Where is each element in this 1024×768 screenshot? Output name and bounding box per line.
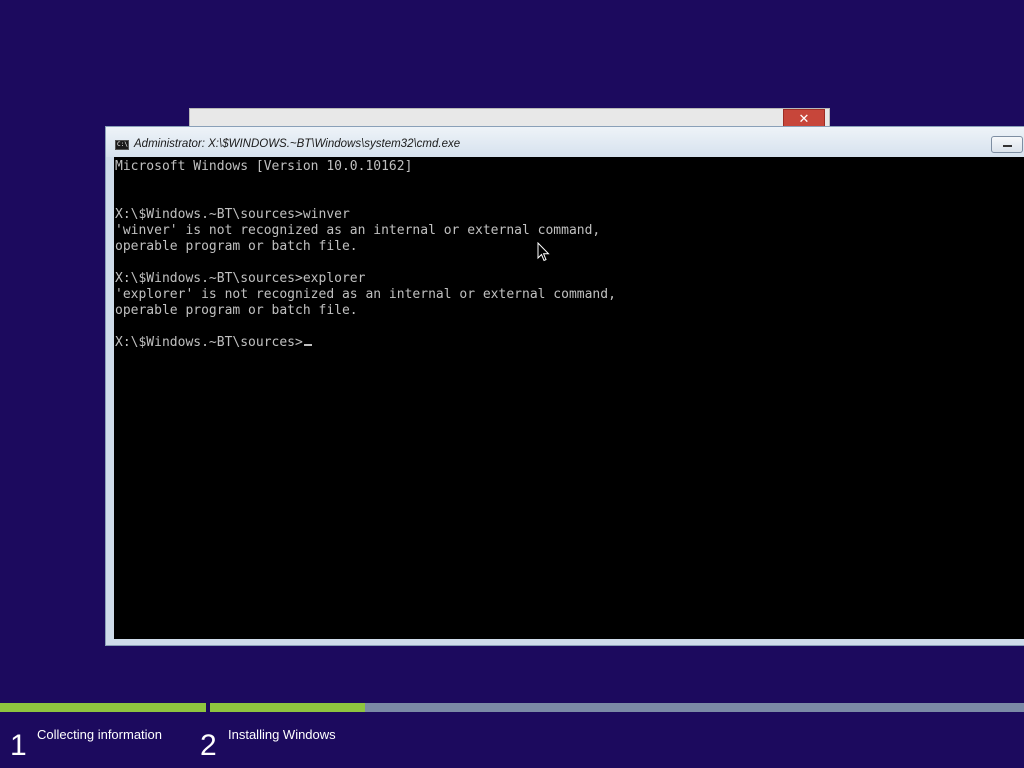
minimize-button[interactable] (991, 136, 1023, 153)
progress-segment-installing (210, 703, 1024, 712)
cmd-window: C:\ Administrator: X:\$WINDOWS.~BT\Windo… (105, 126, 1024, 646)
console-output[interactable]: Microsoft Windows [Version 10.0.10162] X… (114, 157, 1024, 639)
console-line: operable program or batch file. (115, 239, 358, 254)
console-line: 'winver' is not recognized as an interna… (115, 223, 601, 238)
console-line: operable program or batch file. (115, 303, 358, 318)
console-line: X:\$Windows.~BT\sources>winver (115, 207, 350, 222)
close-icon: ✕ (798, 111, 810, 126)
text-cursor (303, 344, 312, 346)
step-label: Collecting information (37, 727, 163, 742)
progress-segment-collecting (0, 703, 206, 712)
step-label: Installing Windows (228, 727, 336, 742)
console-prompt-line[interactable]: X:\$Windows.~BT\sources> (115, 335, 1024, 351)
setup-progress-bar (0, 703, 1024, 712)
cmd-titlebar[interactable]: C:\ Administrator: X:\$WINDOWS.~BT\Windo… (106, 127, 1024, 157)
console-line: 'explorer' is not recognized as an inter… (115, 287, 616, 302)
progress-fill-installing (210, 703, 365, 712)
step-number: 2 (200, 729, 217, 762)
console-line: Microsoft Windows [Version 10.0.10162] (115, 159, 413, 174)
console-prompt: X:\$Windows.~BT\sources> (115, 335, 303, 350)
console-line: X:\$Windows.~BT\sources>explorer (115, 271, 366, 286)
cmd-app-icon: C:\ (115, 140, 129, 150)
mouse-pointer-icon (537, 242, 550, 262)
cmd-window-title: Administrator: X:\$WINDOWS.~BT\Windows\s… (134, 138, 461, 150)
step-number: 1 (10, 729, 27, 762)
